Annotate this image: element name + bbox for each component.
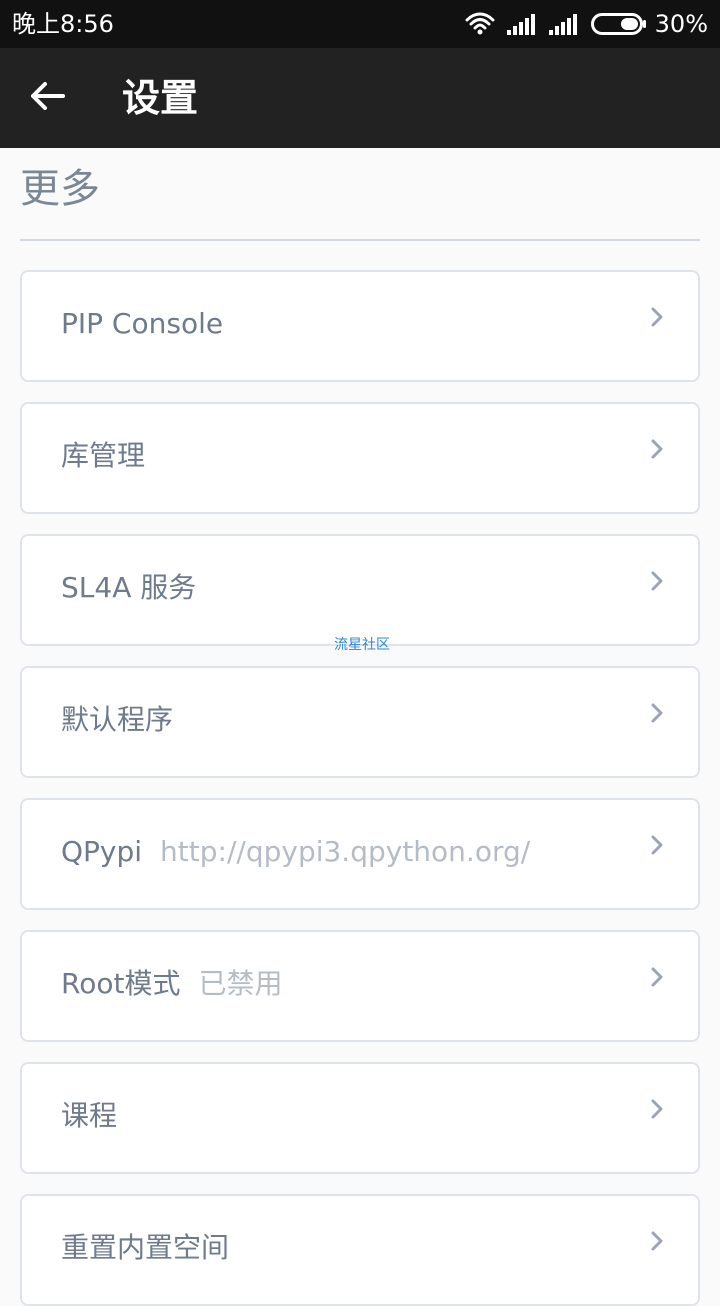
item-title: PIP Console — [61, 307, 224, 340]
item-title: QPypi — [61, 835, 143, 868]
item-title: 默认程序 — [61, 703, 174, 736]
settings-item-label: PIP Console — [61, 306, 241, 342]
chevron-right-icon — [650, 1230, 664, 1252]
wifi-icon — [465, 12, 495, 36]
chevron-right-icon — [650, 570, 664, 592]
status-bar: 晚上8:56 30% — [0, 0, 720, 48]
settings-item-label: Root模式 已禁用 — [61, 966, 282, 1002]
item-value: http://qpypi3.qpython.org/ — [160, 835, 531, 868]
signal-icon — [548, 12, 579, 36]
signal-icon — [506, 12, 537, 36]
settings-item-courses[interactable]: 课程 — [20, 1062, 700, 1174]
settings-item-library-management[interactable]: 库管理 — [20, 402, 700, 514]
page-title: 设置 — [122, 76, 199, 120]
settings-item-label: 库管理 — [61, 438, 163, 474]
chevron-right-icon — [650, 834, 664, 856]
settings-item-reset-built-in-space[interactable]: 重置内置空间 — [20, 1194, 700, 1306]
back-arrow-icon — [31, 82, 65, 114]
settings-item-sl4a-service[interactable]: SL4A 服务 流星社区 — [20, 534, 700, 653]
item-title: SL4A 服务 — [61, 571, 197, 604]
settings-item-label: SL4A 服务 — [61, 570, 214, 606]
back-button[interactable] — [24, 76, 72, 120]
chevron-right-icon — [650, 966, 664, 988]
chevron-right-icon — [650, 438, 664, 460]
battery-icon — [590, 12, 647, 36]
item-value: 已禁用 — [198, 967, 283, 1000]
settings-item-pip-console[interactable]: PIP Console — [20, 270, 700, 382]
battery-percentage: 30% — [654, 10, 708, 38]
settings-item-label: 默认程序 — [61, 702, 191, 738]
settings-item-label: 课程 — [61, 1098, 135, 1134]
chevron-right-icon — [650, 702, 664, 724]
chevron-right-icon — [650, 1098, 664, 1120]
section-divider — [20, 239, 700, 241]
status-time: 晚上8:56 — [12, 10, 114, 38]
settings-item-root-mode[interactable]: Root模式 已禁用 — [20, 930, 700, 1042]
item-title: 重置内置空间 — [61, 1231, 230, 1264]
item-title: Root模式 — [61, 967, 181, 1000]
settings-item-label: 重置内置空间 — [61, 1230, 247, 1266]
item-title: 课程 — [61, 1099, 118, 1132]
watermark-text: 流星社区 — [334, 637, 390, 653]
chevron-right-icon — [650, 306, 664, 328]
settings-item-qpypi[interactable]: QPypi http://qpypi3.qpython.org/ — [20, 798, 700, 910]
section-title: 更多 — [20, 166, 100, 212]
app-bar: 设置 — [0, 48, 720, 148]
item-title: 库管理 — [61, 439, 146, 472]
status-icons: 30% — [465, 10, 708, 38]
settings-item-default-program[interactable]: 默认程序 — [20, 666, 700, 778]
settings-item-label: QPypi http://qpypi3.qpython.org/ — [61, 834, 530, 870]
